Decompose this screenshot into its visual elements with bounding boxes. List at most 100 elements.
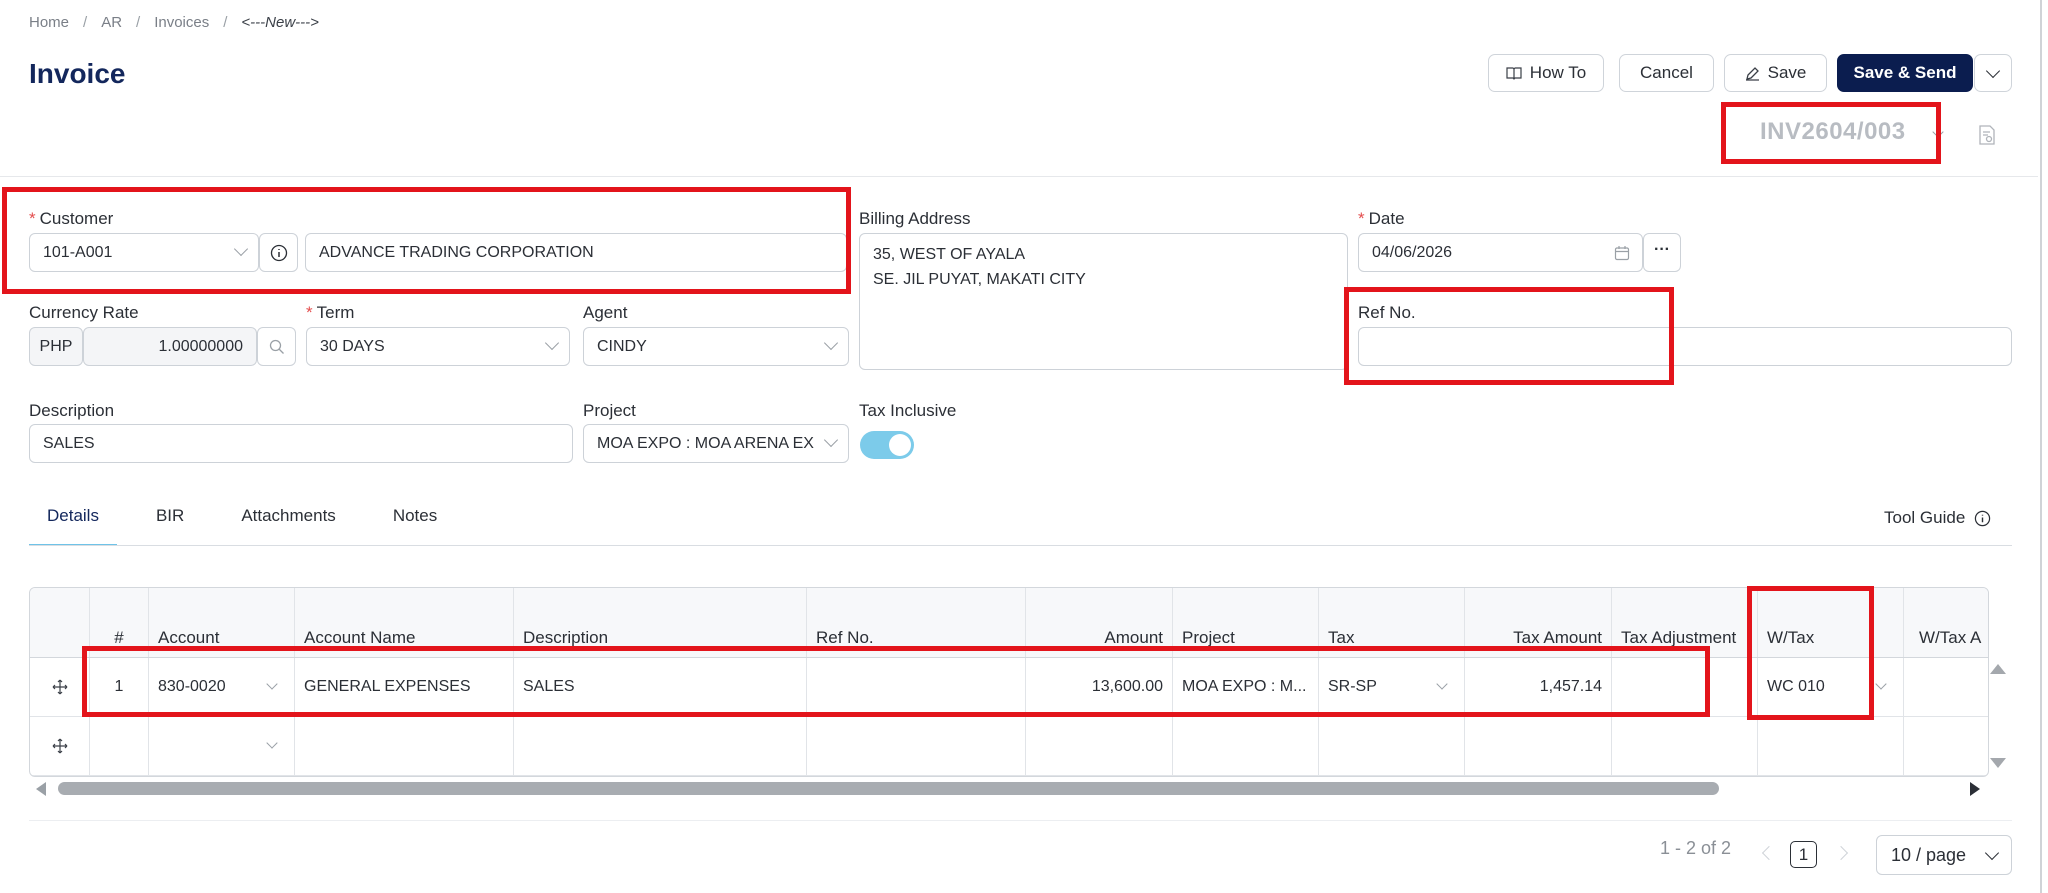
horizontal-scrollbar[interactable]	[58, 782, 1719, 795]
cell-ref-no[interactable]	[807, 658, 1026, 716]
table-row[interactable]	[30, 717, 1988, 776]
customer-code-value: 101-A001	[43, 243, 113, 261]
invoice-number-chevron-icon[interactable]	[1932, 126, 1944, 138]
cell-account[interactable]: 830-0020	[149, 658, 295, 716]
cell-amount[interactable]	[1026, 717, 1173, 775]
cell-tax-amount[interactable]	[1465, 717, 1612, 775]
page-title: Invoice	[29, 58, 126, 89]
info-icon	[1975, 510, 1991, 526]
cell-tax-value: SR-SP	[1328, 678, 1377, 695]
cell-account-name[interactable]: GENERAL EXPENSES	[295, 658, 514, 716]
tool-guide-label: Tool Guide	[1884, 508, 1966, 527]
document-search-icon[interactable]	[1978, 125, 1996, 145]
date-more-button[interactable]: ···	[1643, 233, 1681, 272]
cell-ref-no[interactable]	[807, 717, 1026, 775]
chevron-down-icon	[544, 335, 560, 351]
billing-address-textarea[interactable]: 35, WEST OF AYALA SE. JIL PUYAT, MAKATI …	[859, 233, 1348, 370]
project-label: Project	[583, 401, 636, 420]
currency-search-button[interactable]	[257, 327, 296, 366]
tab-notes[interactable]: Notes	[393, 506, 455, 546]
invoice-number[interactable]: INV2604/003	[1760, 118, 1906, 146]
drag-handle-icon[interactable]	[30, 717, 90, 775]
cell-wtax[interactable]	[1758, 717, 1904, 775]
column-header-drag	[30, 588, 90, 657]
page-size-select[interactable]: 10 / page	[1876, 835, 2012, 875]
description-input[interactable]: SALES	[29, 424, 573, 463]
currency-rate-field[interactable]: 1.00000000	[83, 327, 257, 366]
tab-bir[interactable]: BIR	[156, 506, 202, 546]
date-label: * Date	[1358, 209, 1405, 228]
more-actions-dropdown[interactable]	[1974, 54, 2012, 92]
cell-tax-adjustment[interactable]	[1612, 658, 1758, 716]
breadcrumb-home[interactable]: Home	[29, 14, 69, 31]
info-icon	[270, 244, 287, 261]
date-picker[interactable]: 04/06/2026	[1358, 233, 1643, 272]
project-select[interactable]: MOA EXPO : MOA ARENA EX...	[583, 424, 849, 463]
chevron-down-icon	[823, 335, 839, 351]
cell-project[interactable]: MOA EXPO : M...	[1173, 658, 1319, 716]
term-select[interactable]: 30 DAYS	[306, 327, 570, 366]
line-items-grid: # Account Account Name Description Ref N…	[29, 587, 1989, 777]
chevron-down-icon	[266, 737, 278, 749]
scroll-left-icon[interactable]	[36, 782, 46, 796]
customer-label: * Customer	[29, 209, 114, 228]
agent-select[interactable]: CINDY	[583, 327, 849, 366]
cell-tax[interactable]: SR-SP	[1319, 658, 1465, 716]
project-value: MOA EXPO : MOA ARENA EX...	[597, 434, 815, 452]
chevron-down-icon	[823, 432, 839, 448]
save-and-send-button[interactable]: Save & Send	[1837, 54, 1973, 92]
ref-no-input[interactable]	[1358, 327, 2012, 366]
cell-account-name[interactable]	[295, 717, 514, 775]
cell-description[interactable]: SALES	[514, 658, 807, 716]
column-header-tax-amount: Tax Amount	[1465, 588, 1612, 657]
cell-number	[90, 717, 149, 775]
column-header-amount: Amount	[1026, 588, 1173, 657]
cell-tax[interactable]	[1319, 717, 1465, 775]
cell-wtax[interactable]: WC 010	[1758, 658, 1904, 716]
cell-project[interactable]	[1173, 717, 1319, 775]
description-value: SALES	[43, 434, 95, 452]
scroll-right-icon[interactable]	[1970, 782, 1980, 796]
breadcrumb-invoices[interactable]: Invoices	[154, 14, 209, 31]
agent-label: Agent	[583, 303, 628, 322]
breadcrumb-ar[interactable]: AR	[101, 14, 122, 31]
toggle-knob	[889, 434, 911, 456]
drag-handle-icon[interactable]	[30, 658, 90, 716]
grid-header: # Account Account Name Description Ref N…	[30, 588, 1988, 658]
pencil-icon	[1745, 66, 1759, 81]
save-button[interactable]: Save	[1724, 54, 1827, 92]
tax-inclusive-toggle[interactable]	[860, 431, 914, 459]
customer-code-select[interactable]: 101-A001	[29, 233, 259, 272]
customer-name-field[interactable]: ADVANCE TRADING CORPORATION	[305, 233, 847, 272]
next-page-icon[interactable]	[1833, 845, 1849, 861]
page-1-button[interactable]: 1	[1790, 841, 1817, 868]
prev-page-icon[interactable]	[1761, 845, 1777, 861]
date-value: 04/06/2026	[1372, 243, 1453, 261]
scroll-up-icon[interactable]	[1990, 664, 2006, 674]
cell-account[interactable]	[149, 717, 295, 775]
cell-tax-adjustment[interactable]	[1612, 717, 1758, 775]
cell-wtax-amount[interactable]	[1904, 717, 1988, 775]
cell-tax-amount[interactable]: 1,457.14	[1465, 658, 1612, 716]
page-scrollbar[interactable]	[2040, 0, 2042, 893]
page-1-label: 1	[1798, 844, 1809, 864]
cell-amount[interactable]: 13,600.00	[1026, 658, 1173, 716]
chevron-down-icon	[266, 678, 278, 690]
breadcrumb-current: <---New--->	[241, 14, 319, 31]
tab-details[interactable]: Details	[29, 506, 117, 546]
calendar-icon	[1614, 246, 1630, 261]
tab-attachments[interactable]: Attachments	[241, 506, 354, 546]
scroll-down-icon[interactable]	[1990, 758, 2006, 768]
currency-code-value: PHP	[39, 337, 73, 355]
customer-info-button[interactable]	[259, 233, 298, 272]
currency-rate-label: Currency Rate	[29, 303, 139, 322]
cell-wtax-amount[interactable]	[1904, 658, 1988, 716]
how-to-button[interactable]: How To	[1488, 54, 1604, 92]
column-header-number: #	[90, 588, 149, 657]
chevron-down-icon	[233, 241, 249, 257]
grid-footer-divider	[29, 820, 2012, 821]
table-row[interactable]: 1 830-0020 GENERAL EXPENSES SALES 13,600…	[30, 658, 1988, 717]
cancel-button[interactable]: Cancel	[1619, 54, 1714, 92]
tool-guide-button[interactable]: Tool Guide	[1884, 508, 1991, 528]
cell-description[interactable]	[514, 717, 807, 775]
